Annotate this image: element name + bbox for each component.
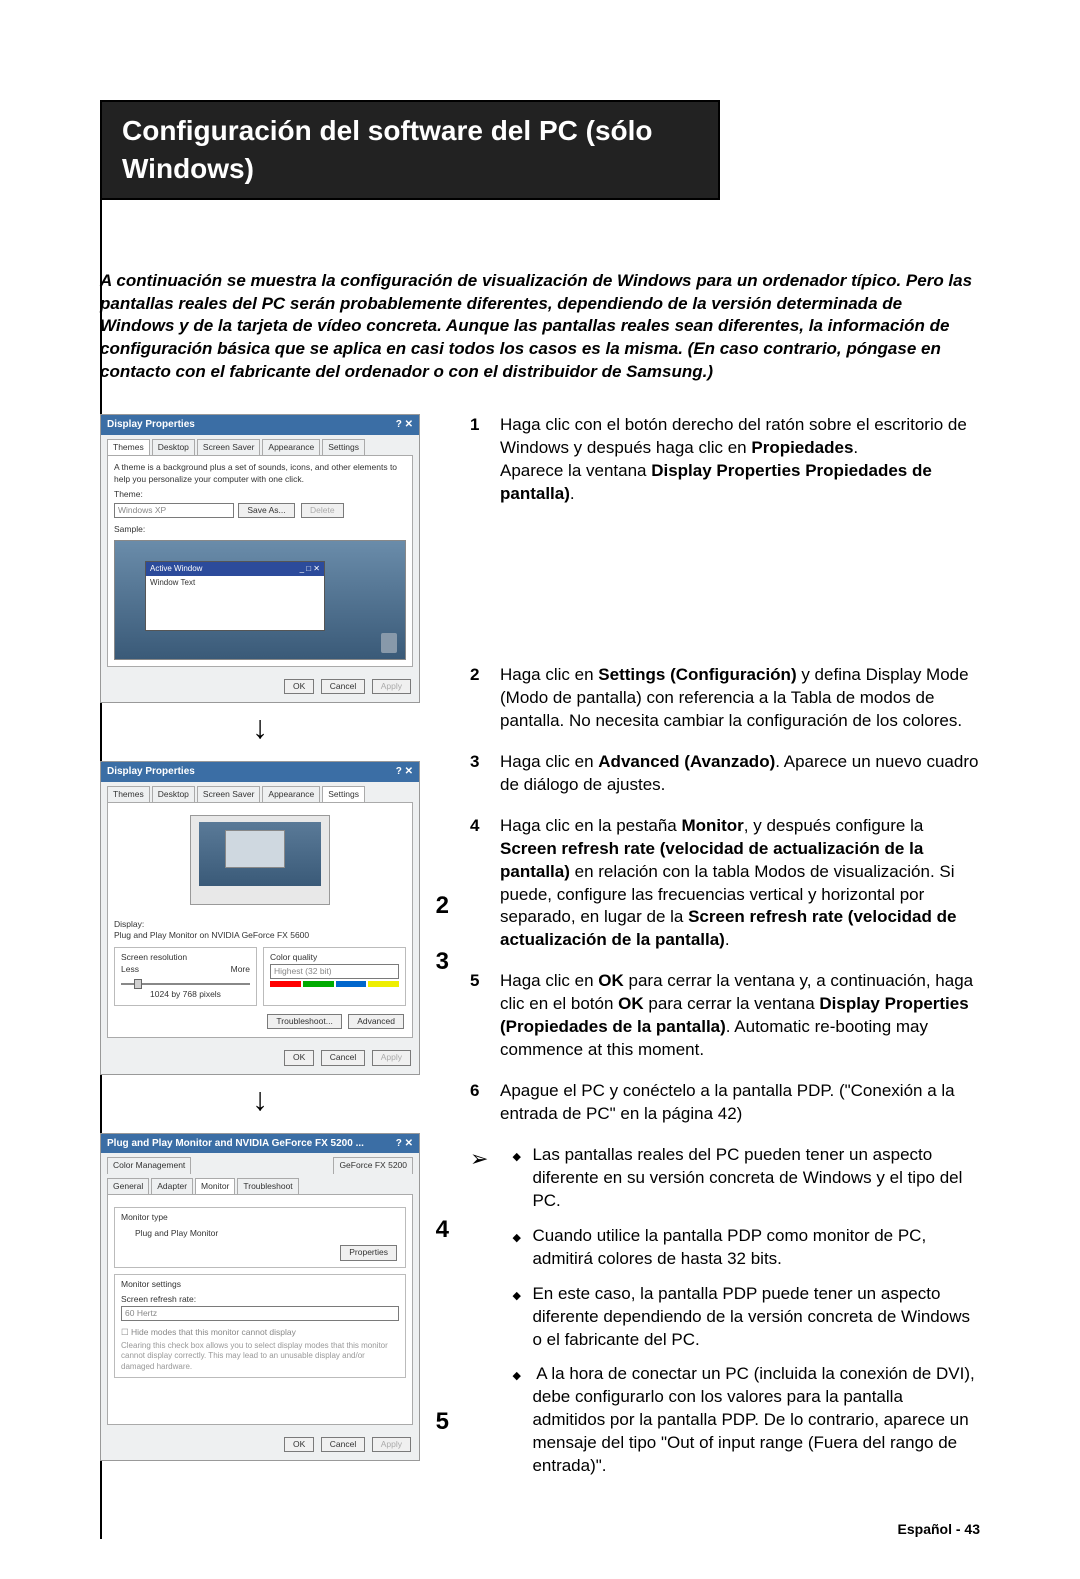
step-2: 2 Haga clic en Settings (Configuración) … <box>470 664 980 733</box>
tab-themes[interactable]: Themes <box>107 786 150 802</box>
cancel-button[interactable]: Cancel <box>321 1050 365 1065</box>
ok-button[interactable]: OK <box>284 1050 314 1065</box>
tab-desktop[interactable]: Desktop <box>152 786 195 802</box>
save-as-button[interactable]: Save As... <box>238 503 294 518</box>
note-item: A la hora de conectar un PC (incluida la… <box>532 1363 980 1478</box>
tab-appearance[interactable]: Appearance <box>262 439 320 455</box>
active-window-title: Active Window <box>150 564 202 575</box>
tab-color-management[interactable]: Color Management <box>107 1157 191 1173</box>
monitor-type-value: Plug and Play Monitor <box>135 1228 399 1239</box>
step-1: 1 Haga clic con el botón derecho del rat… <box>470 414 980 506</box>
tab-monitor[interactable]: Monitor <box>195 1178 235 1194</box>
tab-screensaver[interactable]: Screen Saver <box>197 786 261 802</box>
dialog-title: Display Properties <box>107 418 195 432</box>
screenshot-monitor-properties: Plug and Play Monitor and NVIDIA GeForce… <box>100 1133 420 1462</box>
step-number: 5 <box>470 970 486 1062</box>
advanced-button[interactable]: Advanced <box>348 1014 404 1029</box>
res-more: More <box>231 964 250 975</box>
tab-screensaver[interactable]: Screen Saver <box>197 439 261 455</box>
sample-label: Sample: <box>114 524 406 535</box>
screen-resolution-legend: Screen resolution <box>121 952 250 963</box>
troubleshoot-button[interactable]: Troubleshoot... <box>267 1014 341 1029</box>
step-4: 4 Haga clic en la pestaña Monitor, y des… <box>470 815 980 953</box>
color-quality-legend: Color quality <box>270 952 399 963</box>
display-label: Display: <box>114 919 406 930</box>
note-item: En este caso, la pantalla PDP puede tene… <box>532 1283 980 1352</box>
arrow-down-icon: ↓ <box>100 1083 420 1115</box>
refresh-rate-select[interactable]: 60 Hertz <box>121 1306 399 1321</box>
cancel-button[interactable]: Cancel <box>321 1437 365 1452</box>
monitor-preview <box>190 815 330 905</box>
properties-button[interactable]: Properties <box>340 1245 397 1260</box>
tab-themes[interactable]: Themes <box>107 439 150 455</box>
screenshot-display-properties-settings: Display Properties ? ✕ Themes Desktop Sc… <box>100 761 420 1075</box>
apply-button[interactable]: Apply <box>372 1437 411 1452</box>
resolution-value: 1024 by 768 pixels <box>121 989 250 1000</box>
step-number: 2 <box>470 664 486 733</box>
tab-settings[interactable]: Settings <box>322 786 365 802</box>
tab-general[interactable]: General <box>107 1178 149 1194</box>
theme-select[interactable]: Windows XP <box>114 503 234 518</box>
ok-button[interactable]: OK <box>284 679 314 694</box>
screenshot-display-properties-themes: Display Properties ? ✕ Themes Desktop Sc… <box>100 414 420 703</box>
cancel-button[interactable]: Cancel <box>321 679 365 694</box>
refresh-rate-label: Screen refresh rate: <box>121 1294 399 1305</box>
ok-button[interactable]: OK <box>284 1437 314 1452</box>
tab-desktop[interactable]: Desktop <box>152 439 195 455</box>
apply-button[interactable]: Apply <box>372 679 411 694</box>
step-number: 3 <box>470 751 486 797</box>
tab-settings[interactable]: Settings <box>322 439 365 455</box>
intro-paragraph: A continuación se muestra la configuraci… <box>100 270 980 385</box>
note-item: Cuando utilice la pantalla PDP como moni… <box>532 1225 980 1271</box>
callout-5: 5 <box>436 1406 449 1438</box>
theme-preview: Active Window _ □ ✕ Window Text <box>114 540 406 660</box>
callout-3: 3 <box>436 946 449 978</box>
monitor-type-legend: Monitor type <box>121 1212 399 1223</box>
page-footer: Español - 43 <box>100 1520 980 1539</box>
note-item: Las pantallas reales del PC pueden tener… <box>532 1144 980 1213</box>
hide-modes-checkbox[interactable]: ☐ <box>121 1327 131 1337</box>
tab-geforce[interactable]: GeForce FX 5200 <box>333 1157 413 1173</box>
tab-troubleshoot[interactable]: Troubleshoot <box>237 1178 298 1194</box>
apply-button[interactable]: Apply <box>372 1050 411 1065</box>
hide-modes-note: Clearing this check box allows you to se… <box>121 1341 399 1373</box>
delete-button[interactable]: Delete <box>301 503 344 518</box>
step-3: 3 Haga clic en Advanced (Avanzado). Apar… <box>470 751 980 797</box>
color-quality-select[interactable]: Highest (32 bit) <box>270 964 399 979</box>
step-number: 1 <box>470 414 486 506</box>
callout-4: 4 <box>436 1214 449 1246</box>
window-controls: _ □ ✕ <box>300 564 320 575</box>
recycle-bin-icon <box>381 633 397 653</box>
theme-description: A theme is a background plus a set of so… <box>114 462 406 485</box>
hide-modes-label: Hide modes that this monitor cannot disp… <box>131 1327 296 1337</box>
monitor-settings-legend: Monitor settings <box>121 1279 399 1290</box>
tab-adapter[interactable]: Adapter <box>151 1178 193 1194</box>
title-bar-controls: ? ✕ <box>396 418 413 432</box>
display-value: Plug and Play Monitor on NVIDIA GeForce … <box>114 930 406 941</box>
dialog-title: Display Properties <box>107 765 195 779</box>
resolution-slider[interactable] <box>121 983 250 985</box>
page-title: Configuración del software del PC (sólo … <box>100 100 720 200</box>
notes-section: ➢ Las pantallas reales del PC pueden ten… <box>470 1144 980 1490</box>
pointing-hand-icon: ➢ <box>470 1144 488 1490</box>
dialog-title: Plug and Play Monitor and NVIDIA GeForce… <box>107 1137 364 1151</box>
title-bar-controls: ? ✕ <box>396 1137 413 1151</box>
tab-appearance[interactable]: Appearance <box>262 786 320 802</box>
callout-2: 2 <box>436 890 449 922</box>
step-5: 5 Haga clic en OK para cerrar la ventana… <box>470 970 980 1062</box>
window-text: Window Text <box>146 576 324 591</box>
res-less: Less <box>121 964 139 975</box>
step-number: 6 <box>470 1080 486 1126</box>
arrow-down-icon: ↓ <box>100 711 420 743</box>
step-number: 4 <box>470 815 486 953</box>
title-bar-controls: ? ✕ <box>396 765 413 779</box>
theme-label: Theme: <box>114 489 406 500</box>
step-6: 6 Apague el PC y conéctelo a la pantalla… <box>470 1080 980 1126</box>
